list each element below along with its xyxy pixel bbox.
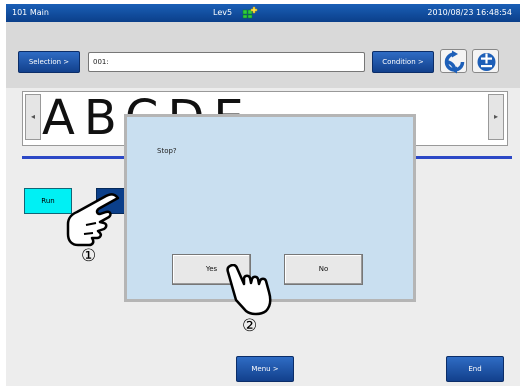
- datetime: 2010/08/23 16:48:54: [427, 8, 512, 17]
- selection-field[interactable]: 001:: [88, 52, 365, 72]
- selection-value: 001:: [93, 58, 109, 66]
- menu-button[interactable]: Menu >: [236, 356, 294, 382]
- plus-minus-icon: [477, 53, 496, 71]
- dialog-message: Stop?: [157, 147, 177, 155]
- title-bar: 101 Main Lev5 2010/08/23 16:48:54: [6, 4, 520, 22]
- user-level: Lev5: [213, 8, 233, 17]
- hmi-screen: 101 Main Lev5 2010/08/23 16:48:54 Select…: [6, 4, 520, 386]
- toggle-button[interactable]: [472, 49, 499, 73]
- refresh-icon: [444, 50, 465, 74]
- no-button-label: No: [318, 265, 329, 273]
- step-two-marker: ②: [242, 316, 258, 336]
- yes-button-label: Yes: [205, 265, 218, 273]
- no-button[interactable]: No: [284, 254, 363, 285]
- chevron-right-icon: ▸: [493, 112, 498, 121]
- scroll-left-button[interactable]: ◂: [25, 94, 41, 140]
- end-button-label: End: [468, 365, 482, 373]
- run-button-label: Run: [41, 197, 55, 205]
- screen-name: 101 Main: [12, 8, 49, 17]
- condition-button[interactable]: Condition >: [372, 51, 434, 73]
- scroll-right-button[interactable]: ▸: [488, 94, 504, 140]
- step-one-marker: ①: [81, 246, 97, 266]
- selection-button[interactable]: Selection >: [18, 51, 80, 73]
- condition-button-label: Condition >: [382, 58, 424, 66]
- end-button[interactable]: End: [446, 356, 504, 382]
- pointing-hand-icon: [226, 264, 272, 316]
- chevron-left-icon: ◂: [30, 112, 35, 121]
- grid-plus-icon: [242, 6, 258, 19]
- pointing-hand-icon: [66, 193, 120, 247]
- refresh-button[interactable]: [440, 49, 467, 74]
- selection-button-label: Selection >: [28, 58, 70, 66]
- run-button[interactable]: Run: [24, 188, 72, 214]
- menu-button-label: Menu >: [251, 365, 279, 373]
